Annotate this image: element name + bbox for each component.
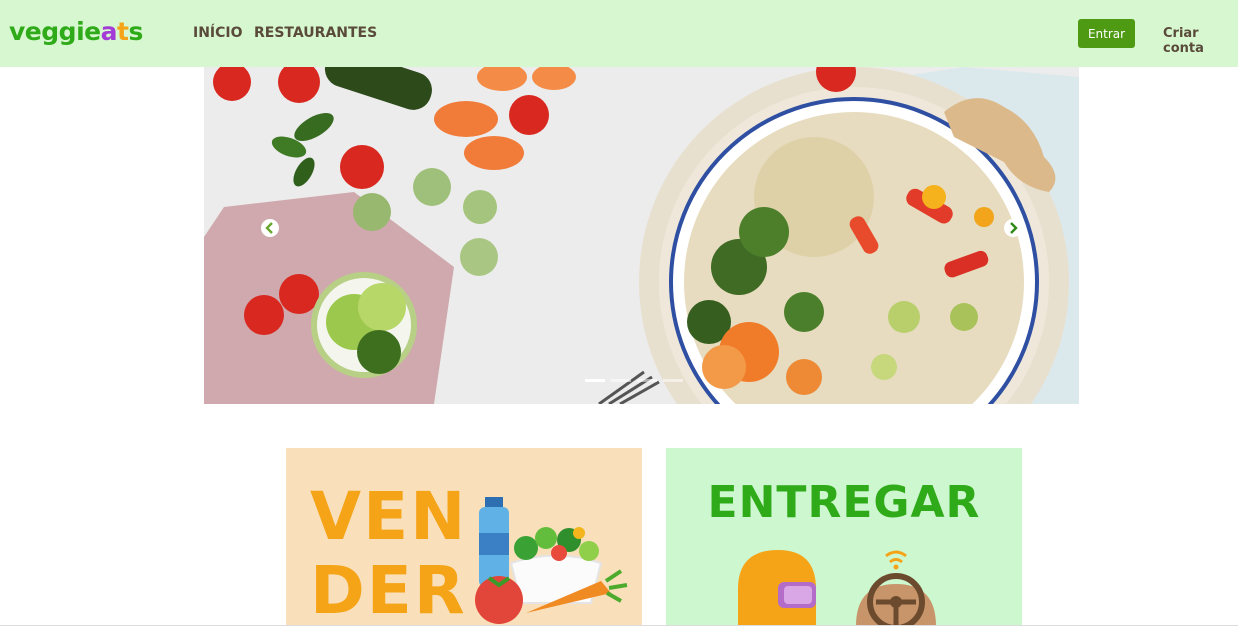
hero-slide-image bbox=[204, 67, 1079, 404]
nav-link-restaurantes[interactable]: RESTAURANTES bbox=[254, 25, 377, 42]
chevron-left-icon bbox=[265, 222, 273, 234]
brand-letter: a bbox=[100, 17, 118, 46]
sell-card-title-line2: DER bbox=[310, 552, 467, 626]
carousel-indicator[interactable] bbox=[663, 379, 683, 382]
nav-link-inicio[interactable]: INÍCIO bbox=[193, 25, 243, 42]
brand-letter: g bbox=[58, 17, 77, 46]
signup-link[interactable]: Criar conta bbox=[1163, 26, 1238, 56]
carousel-indicator[interactable] bbox=[637, 379, 657, 382]
carousel-next-button[interactable] bbox=[1004, 219, 1022, 237]
carousel-indicators bbox=[585, 379, 683, 382]
brand-letter: s bbox=[128, 17, 143, 46]
brand-letter: e bbox=[84, 17, 101, 46]
hero-carousel bbox=[204, 67, 1079, 404]
carousel-indicator[interactable] bbox=[611, 379, 631, 382]
brand-letter: t bbox=[117, 17, 129, 46]
sell-card[interactable]: VEN DER bbox=[286, 448, 642, 626]
sell-card-title-line1: VEN bbox=[310, 478, 468, 555]
login-button[interactable]: Entrar bbox=[1078, 19, 1135, 48]
brand-letter: e bbox=[24, 17, 42, 46]
brand-letter: g bbox=[41, 17, 59, 46]
brand-letter: v bbox=[9, 17, 25, 46]
carousel-prev-button[interactable] bbox=[261, 219, 279, 237]
brand-logo[interactable]: veggieats bbox=[9, 14, 143, 50]
deliver-card[interactable]: ENTREGAR bbox=[666, 448, 1022, 626]
delivery-illustration bbox=[738, 550, 936, 626]
deliver-card-title: ENTREGAR bbox=[707, 477, 981, 528]
top-navbar: veggieats INÍCIO RESTAURANTES Entrar Cri… bbox=[0, 0, 1238, 67]
chevron-right-icon bbox=[1010, 222, 1018, 234]
carousel-indicator[interactable] bbox=[585, 379, 605, 382]
food-bowl-illustration bbox=[475, 497, 628, 624]
brand-letter: i bbox=[76, 17, 85, 46]
